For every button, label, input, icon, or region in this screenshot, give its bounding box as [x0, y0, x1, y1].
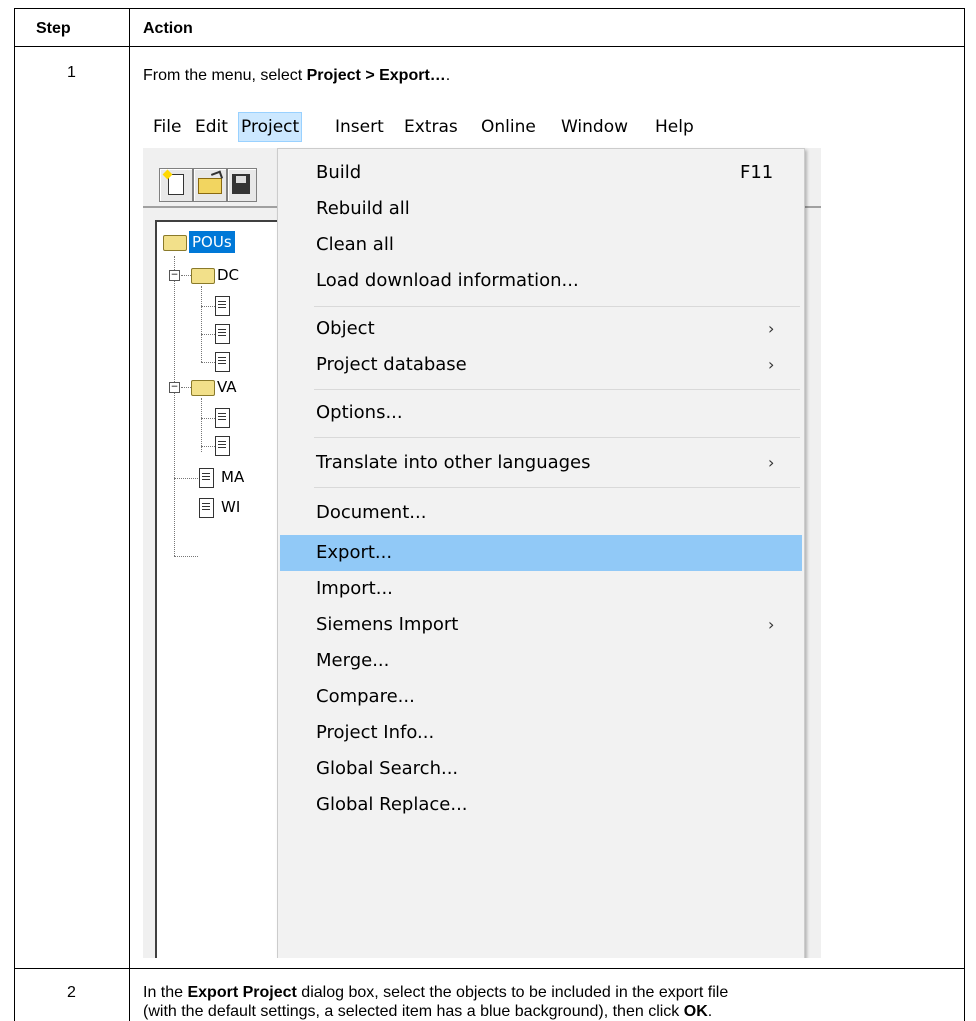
- open-folder-icon[interactable]: [193, 168, 227, 202]
- folder-icon: [163, 235, 187, 251]
- step-2-number: 2: [67, 984, 76, 1001]
- header-action: Action: [143, 20, 193, 37]
- menu-item-global-search[interactable]: Global Search...: [280, 751, 802, 787]
- tree-item-ma[interactable]: MA: [221, 466, 244, 488]
- menu-item-translate[interactable]: Translate into other languages ›: [280, 445, 802, 481]
- header-step: Step: [36, 20, 71, 37]
- document-icon: [199, 468, 214, 488]
- submenu-arrow-icon: ›: [768, 615, 775, 634]
- collapse-icon[interactable]: −: [169, 382, 180, 393]
- menu-project[interactable]: Project: [238, 112, 303, 142]
- folder-icon: [191, 380, 215, 396]
- menu-item-clean-all[interactable]: Clean all: [280, 227, 802, 263]
- menu-online[interactable]: Online: [479, 114, 538, 140]
- menu-extras[interactable]: Extras: [402, 114, 460, 140]
- step-1-instruction: From the menu, select Project > Export….: [143, 67, 451, 84]
- menu-window[interactable]: Window: [559, 114, 630, 140]
- menu-item-load-download-info[interactable]: Load download information...: [280, 263, 802, 299]
- menu-item-project-database[interactable]: Project database ›: [280, 347, 802, 383]
- menu-item-project-info[interactable]: Project Info...: [280, 715, 802, 751]
- save-icon[interactable]: [227, 168, 257, 202]
- menu-item-document[interactable]: Document...: [280, 495, 802, 531]
- tree-item-pous[interactable]: POUs: [189, 231, 235, 253]
- menu-item-object[interactable]: Object ›: [280, 311, 802, 347]
- menu-item-options[interactable]: Options...: [280, 395, 802, 431]
- document-icon: [215, 436, 230, 456]
- menu-item-global-replace[interactable]: Global Replace...: [280, 787, 802, 823]
- submenu-arrow-icon: ›: [768, 355, 775, 374]
- menu-item-build[interactable]: Build F11: [280, 155, 802, 191]
- menu-item-merge[interactable]: Merge...: [280, 643, 802, 679]
- menu-item-import[interactable]: Import...: [280, 571, 802, 607]
- menu-help[interactable]: Help: [653, 114, 696, 140]
- tree-item-folder-dc[interactable]: DC: [217, 264, 239, 286]
- step-2-instruction: In the Export Project dialog box, select…: [143, 984, 729, 1020]
- document-icon: [215, 296, 230, 316]
- document-icon: [199, 498, 214, 518]
- tree-item-folder-va[interactable]: VA: [217, 376, 237, 398]
- menu-bar: File Edit Project Insert Extras Online W…: [143, 104, 821, 148]
- new-file-icon[interactable]: [159, 168, 193, 202]
- project-menu-dropdown: Build F11 Rebuild all Clean all Load dow…: [277, 148, 805, 958]
- menu-screenshot: File Edit Project Insert Extras Online W…: [143, 104, 821, 958]
- menu-item-rebuild-all[interactable]: Rebuild all: [280, 191, 802, 227]
- collapse-icon[interactable]: −: [169, 270, 180, 281]
- submenu-arrow-icon: ›: [768, 319, 775, 338]
- menu-edit[interactable]: Edit: [193, 114, 230, 140]
- tree-item-wi[interactable]: WI: [221, 496, 240, 518]
- document-icon: [215, 408, 230, 428]
- document-icon: [215, 352, 230, 372]
- submenu-arrow-icon: ›: [768, 453, 775, 472]
- folder-icon: [191, 268, 215, 284]
- menu-file[interactable]: File: [151, 114, 183, 140]
- object-tree: POUs − DC − VA MA WI: [155, 220, 285, 958]
- step-1-number: 1: [67, 64, 76, 81]
- menu-item-siemens-import[interactable]: Siemens Import ›: [280, 607, 802, 643]
- document-icon: [215, 324, 230, 344]
- menu-item-export[interactable]: Export...: [280, 535, 802, 571]
- menu-insert[interactable]: Insert: [333, 114, 386, 140]
- menu-item-compare[interactable]: Compare...: [280, 679, 802, 715]
